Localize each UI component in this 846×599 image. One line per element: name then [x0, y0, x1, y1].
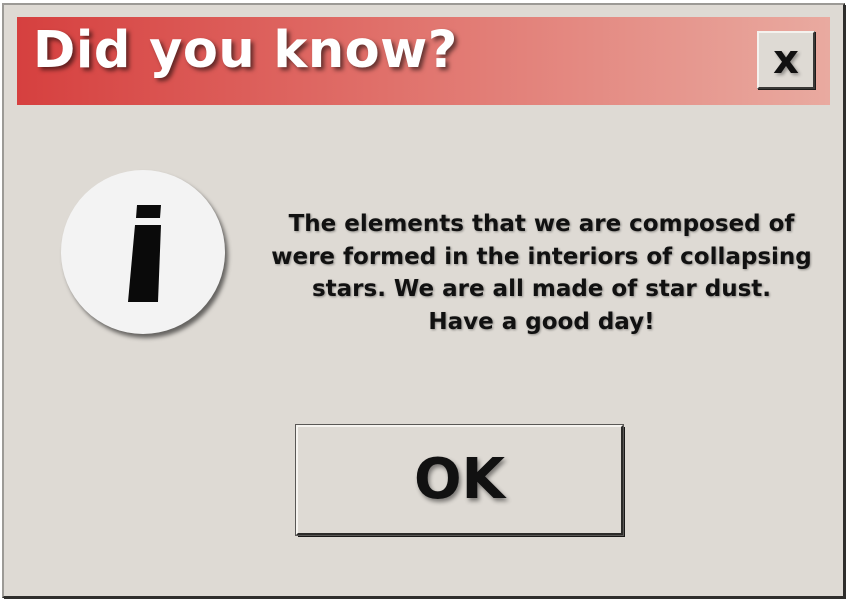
info-glyph [128, 205, 161, 302]
ok-button[interactable]: OK [295, 424, 624, 536]
dialog-title: Did you know? [33, 21, 458, 80]
message-line: Have a good day! [428, 308, 655, 335]
title-bar: Did you know? x [17, 17, 830, 105]
message-line: stars. We are all made of star dust. [311, 276, 772, 302]
dialog-window: Did you know? x The elements that we are… [2, 3, 845, 598]
info-icon [61, 170, 225, 334]
message-line: The elements that we are composed of [288, 211, 795, 237]
close-button[interactable]: x [757, 31, 815, 89]
message-line: were formed in the interiors of collapsi… [271, 243, 812, 270]
message-text: The elements that we are composed of wer… [264, 208, 819, 338]
